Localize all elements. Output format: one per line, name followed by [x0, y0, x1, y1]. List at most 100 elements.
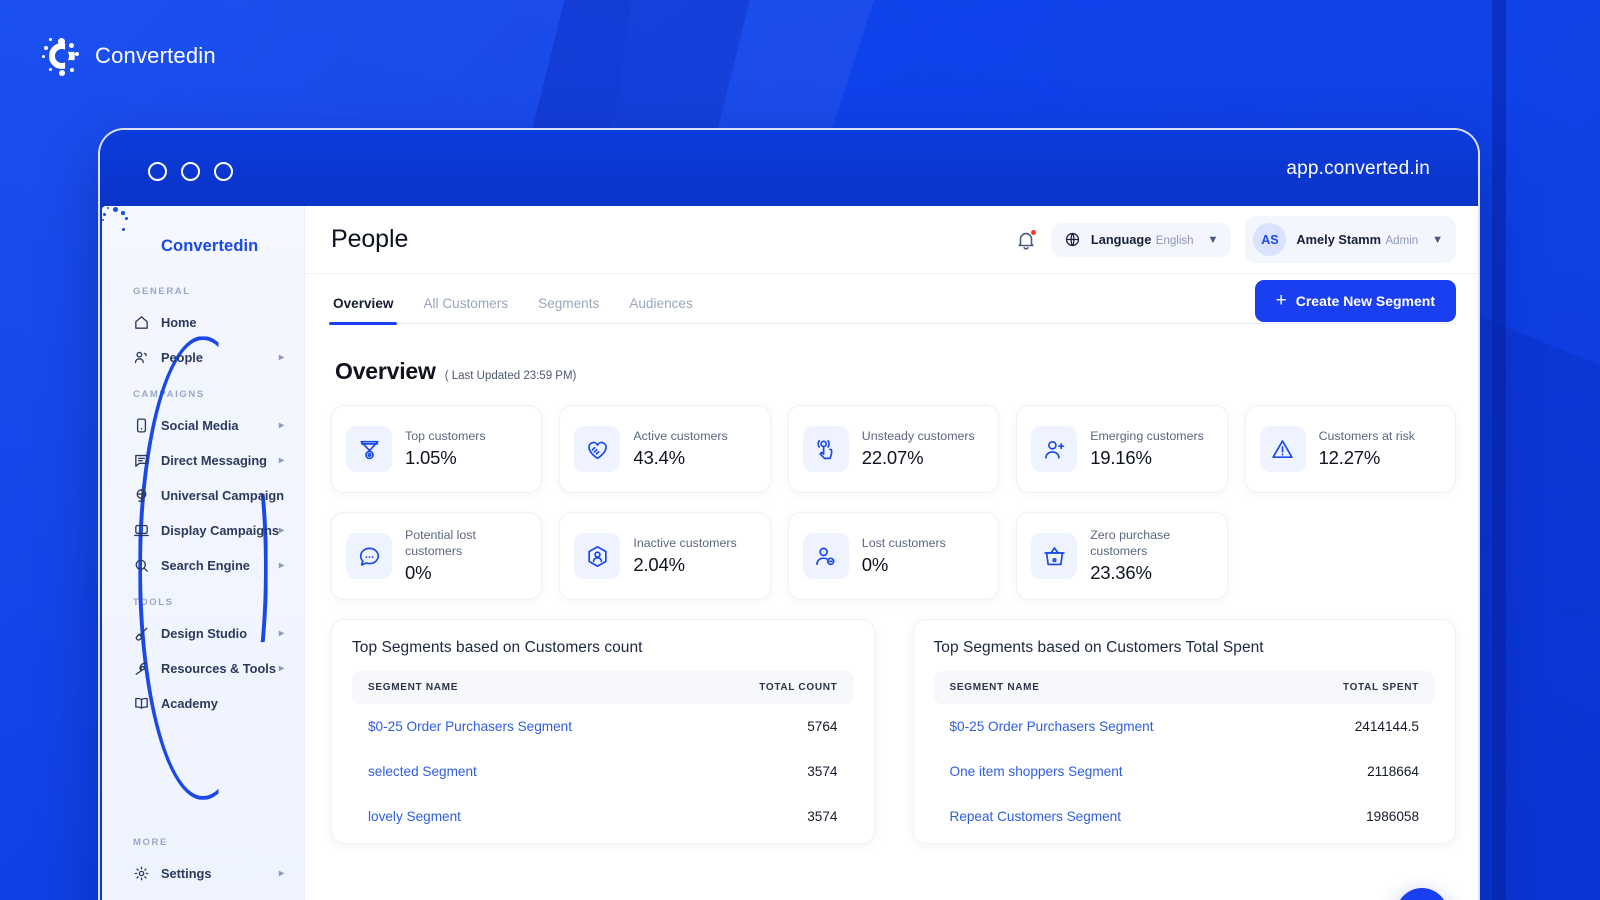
sidebar-bottom-section: MORE Settings ▸ — [102, 823, 304, 900]
notifications-bell-icon[interactable] — [1015, 228, 1037, 251]
segment-name-link[interactable]: lovely Segment — [368, 809, 807, 824]
sidebar-item-label: Academy — [161, 696, 218, 711]
language-label: Language — [1090, 231, 1152, 247]
sidebar-item-direct-messaging[interactable]: Direct Messaging ▸ — [102, 443, 304, 478]
globe-icon — [1064, 231, 1081, 248]
stat-label: Potential lost customers — [405, 528, 476, 558]
sidebar-item-design-studio[interactable]: Design Studio ▸ — [102, 616, 304, 651]
stat-value: 2.04% — [633, 554, 685, 576]
segment-tables: Top Segments based on Customers count SE… — [331, 619, 1456, 844]
chevron-right-icon: ▸ — [278, 524, 284, 536]
page-title: People — [331, 225, 409, 253]
stat-value: 0% — [861, 554, 889, 576]
sidebar-item-label: Universal Campaign — [161, 488, 285, 503]
sidebar-group-general: GENERAL — [133, 286, 191, 297]
sidebar-item-search-engine[interactable]: Search Engine ▸ — [102, 548, 304, 583]
medal-icon — [346, 426, 392, 472]
stat-card-inactive-customers[interactable]: Inactive customers 2.04% — [559, 512, 771, 600]
stat-value: 0% — [405, 562, 432, 583]
convertedin-logo-icon — [42, 36, 82, 76]
sidebar-item-help-center[interactable]: Help Center — [102, 891, 304, 900]
segment-spent-value: 2118664 — [1367, 764, 1419, 779]
table-header-row: SEGMENT NAME TOTAL SPENT — [933, 671, 1435, 704]
segment-count-value: 5764 — [807, 719, 838, 734]
gear-icon — [133, 865, 150, 882]
segment-spent-value: 2414144.5 — [1354, 719, 1419, 734]
column-header-total-count: TOTAL COUNT — [759, 682, 838, 693]
overview-last-updated: ( Last Updated 23:59 PM) — [444, 370, 577, 382]
stat-value: 19.16% — [1090, 447, 1152, 469]
stat-card-potential-lost-customers[interactable]: Potential lost customers 0% — [331, 512, 543, 600]
stat-card-customers-at-risk[interactable]: Customers at risk 12.27% — [1244, 405, 1456, 493]
stat-value: 22.07% — [861, 447, 924, 469]
segment-name-link[interactable]: $0-25 Order Purchasers Segment — [950, 719, 1355, 734]
sidebar-item-academy[interactable]: Academy — [102, 686, 304, 721]
sidebar-item-home[interactable]: Home — [102, 305, 304, 340]
pen-icon — [133, 660, 150, 677]
sidebar-item-label: Home — [161, 315, 197, 330]
stat-card-zero-purchase-customers[interactable]: Zero purchase customers 23.36% — [1016, 512, 1228, 600]
handshake-heart-icon — [574, 426, 621, 472]
sidebar-item-display-campaigns[interactable]: Display Campaigns ▸ — [102, 513, 304, 548]
sidebar-item-settings[interactable]: Settings ▸ — [102, 856, 304, 891]
create-new-segment-button[interactable]: + Create New Segment — [1254, 280, 1456, 322]
sidebar-item-social-media[interactable]: Social Media ▸ — [102, 408, 304, 443]
segment-name-link[interactable]: One item shoppers Segment — [950, 764, 1368, 779]
user-name: Amely Stamm — [1296, 231, 1382, 247]
table-header-row: SEGMENT NAME TOTAL COUNT — [352, 671, 854, 704]
stat-cards-row-1: Top customers 1.05% Active customers 43.… — [331, 405, 1456, 493]
stat-card-unsteady-customers[interactable]: Unsteady customers 22.07% — [787, 405, 1000, 493]
window-control-maximize[interactable] — [214, 162, 233, 181]
tab-segments[interactable]: Segments — [536, 296, 601, 323]
segment-name-link[interactable]: selected Segment — [368, 764, 807, 779]
create-new-segment-label: Create New Segment — [1295, 293, 1435, 309]
stat-value: 23.36% — [1090, 562, 1152, 583]
top-segments-by-count-panel: Top Segments based on Customers count SE… — [331, 619, 875, 844]
mobile-icon — [133, 417, 150, 434]
overview-title: Overview — [335, 358, 436, 384]
brand-name: Convertedin — [95, 43, 216, 68]
chat-icon — [133, 452, 150, 469]
table-row[interactable]: selected Segment 3574 — [352, 749, 854, 794]
stat-card-active-customers[interactable]: Active customers 43.4% — [559, 405, 771, 493]
user-plus-icon — [1031, 426, 1078, 472]
sidebar-brand-label: Convertedin — [161, 236, 259, 255]
tab-audiences[interactable]: Audiences — [627, 296, 694, 323]
sidebar-item-label: Display Campaigns — [161, 523, 280, 538]
table-row[interactable]: $0-25 Order Purchasers Segment 5764 — [352, 704, 854, 749]
segment-name-link[interactable]: $0-25 Order Purchasers Segment — [368, 719, 807, 734]
window-control-close[interactable] — [148, 162, 167, 181]
tab-all-customers[interactable]: All Customers — [421, 296, 510, 323]
sidebar-brand[interactable]: Convertedin — [102, 207, 304, 800]
table-row[interactable]: lovely Segment 3574 — [352, 794, 854, 839]
user-menu[interactable]: AS Amely Stamm Admin ▼ — [1245, 216, 1456, 263]
chevron-right-icon: ▸ — [278, 454, 284, 466]
user-role: Admin — [1385, 234, 1419, 247]
chevron-down-icon: ▼ — [1207, 233, 1219, 246]
window-controls[interactable] — [148, 162, 233, 181]
window-control-minimize[interactable] — [181, 162, 200, 181]
language-selector[interactable]: Language English ▼ — [1050, 222, 1232, 257]
sidebar-item-resources-tools[interactable]: Resources & Tools ▸ — [102, 651, 304, 686]
table-row[interactable]: Repeat Customers Segment 1986058 — [934, 794, 1436, 839]
stat-card-lost-customers[interactable]: Lost customers 0% — [787, 512, 1000, 600]
stat-card-emerging-customers[interactable]: Emerging customers 19.16% — [1016, 405, 1228, 493]
table-row[interactable]: One item shoppers Segment 2118664 — [934, 749, 1436, 794]
laptop-icon — [133, 522, 150, 539]
notification-badge — [1029, 228, 1037, 236]
user-hexagon-icon — [574, 533, 621, 579]
stat-card-top-customers[interactable]: Top customers 1.05% — [331, 405, 543, 493]
sidebar-item-people[interactable]: People ▸ — [102, 340, 304, 375]
sidebar-item-label: Design Studio — [161, 626, 248, 641]
tab-overview[interactable]: Overview — [328, 296, 398, 325]
address-bar-url[interactable]: app.converted.in — [1286, 158, 1430, 180]
chevron-right-icon: ▸ — [278, 867, 284, 879]
warning-triangle-icon — [1259, 426, 1306, 472]
stat-value: 43.4% — [633, 447, 685, 469]
chat-sleep-icon — [346, 533, 392, 579]
top-bar-actions: Language English ▼ AS Amely Stamm Admin … — [1015, 216, 1456, 263]
app-shell: Convertedin GENERAL Home People ▸ CAMPAI… — [102, 206, 1478, 900]
sidebar-item-universal-campaign[interactable]: Universal Campaign — [102, 478, 304, 513]
table-row[interactable]: $0-25 Order Purchasers Segment 2414144.5 — [934, 704, 1436, 749]
segment-name-link[interactable]: Repeat Customers Segment — [950, 809, 1367, 824]
